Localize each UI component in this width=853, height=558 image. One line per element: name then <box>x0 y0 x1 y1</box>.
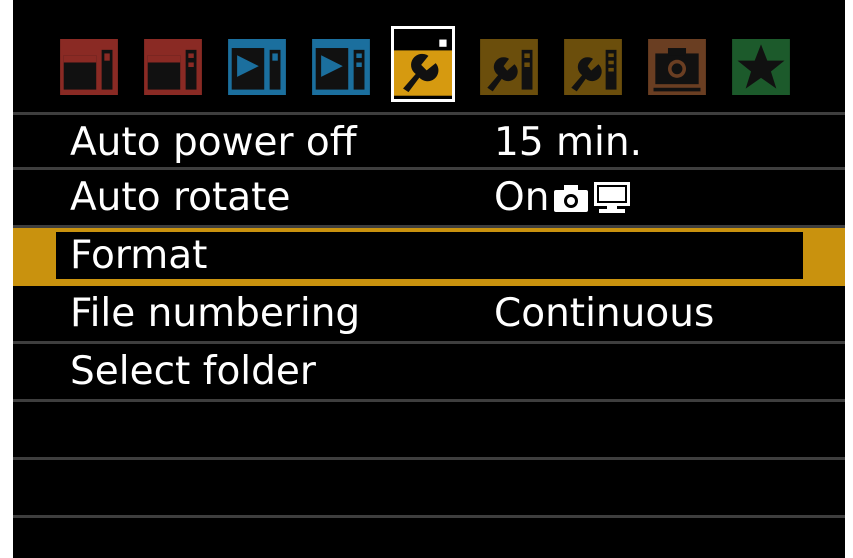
menu-tab-bar <box>13 0 845 108</box>
tab-shooting-1[interactable] <box>57 36 121 98</box>
wrench-1-icon <box>394 32 452 96</box>
menu-item-label: Auto power off <box>70 120 357 165</box>
menu-item-auto-rotate[interactable]: Auto rotate On <box>13 170 845 228</box>
camera-icon <box>554 185 589 212</box>
menu-item-auto-power-off[interactable]: Auto power off 15 min. <box>13 112 845 170</box>
tab-playback-2[interactable] <box>309 36 373 98</box>
tab-my-menu[interactable] <box>729 36 793 98</box>
menu-item-format[interactable]: Format <box>13 228 845 286</box>
live-view-camera-icon <box>648 39 706 95</box>
menu-item-label: Format <box>70 233 208 278</box>
menu-item-value: Continuous <box>494 291 715 336</box>
bottom-bar <box>13 532 845 558</box>
menu-item-value-group: On <box>494 174 631 222</box>
tab-setup-3[interactable] <box>561 36 625 98</box>
tab-setup-2[interactable] <box>477 36 541 98</box>
wrench-3-icon <box>564 39 622 95</box>
playback-1-icon <box>228 39 286 95</box>
menu-item-select-folder[interactable]: Select folder <box>13 344 845 402</box>
menu-item-empty <box>13 402 845 460</box>
star-icon <box>732 39 790 95</box>
menu-item-value: On <box>494 175 550 220</box>
tab-shooting-2[interactable] <box>141 36 205 98</box>
menu-item-empty <box>13 460 845 518</box>
tab-playback-1[interactable] <box>225 36 289 98</box>
camera-1-icon <box>60 39 118 95</box>
camera-2-icon <box>144 39 202 95</box>
playback-2-icon <box>312 39 370 95</box>
menu-item-label: Select folder <box>70 349 316 394</box>
menu-item-file-numbering[interactable]: File numbering Continuous <box>13 286 845 344</box>
tab-live-view[interactable] <box>645 36 709 98</box>
monitor-icon <box>594 182 631 213</box>
camera-menu-screen: Auto power off 15 min. Auto rotate On Fo… <box>13 0 845 558</box>
menu-item-label: File numbering <box>70 291 361 336</box>
menu-item-label: Auto rotate <box>70 175 291 220</box>
menu-item-value: 15 min. <box>494 120 642 165</box>
menu-list: Auto power off 15 min. Auto rotate On Fo… <box>13 112 845 518</box>
tab-setup-1[interactable] <box>391 26 455 102</box>
wrench-2-icon <box>480 39 538 95</box>
